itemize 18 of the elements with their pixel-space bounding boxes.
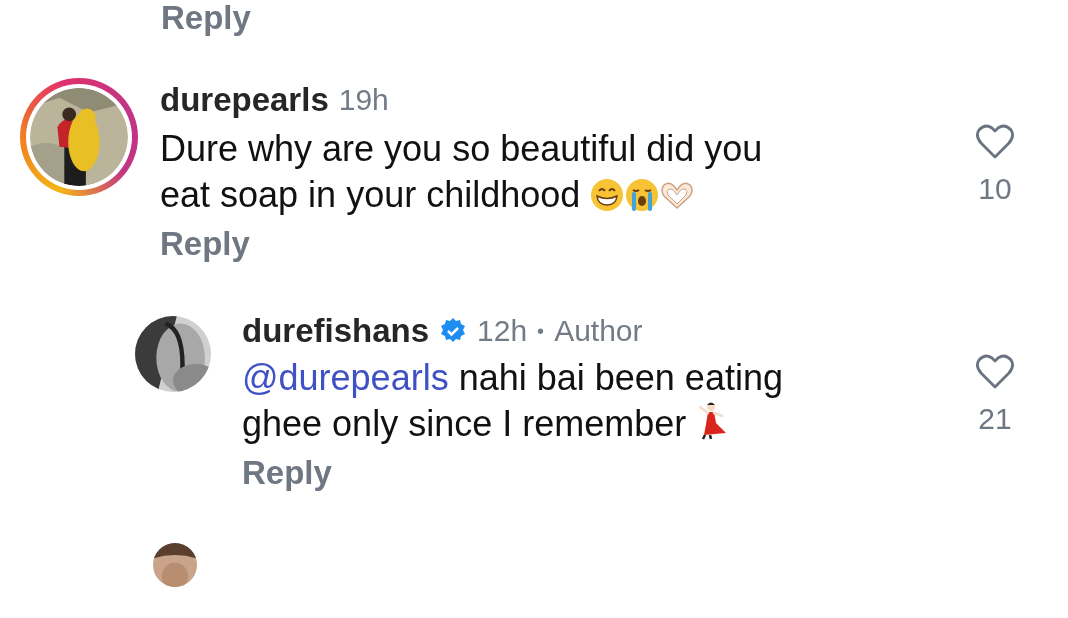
like-count: 21 xyxy=(978,402,1012,436)
timestamp: 12h xyxy=(477,314,528,348)
author-label: Author xyxy=(554,314,643,348)
separator-dot: • xyxy=(537,319,545,343)
reply-button[interactable]: Reply xyxy=(242,455,332,491)
reply-button[interactable]: Reply xyxy=(160,226,250,262)
heart-icon xyxy=(975,122,1015,160)
comment-text: @durepearls nahi bai been eating ghee only since I remember xyxy=(242,356,784,446)
like-button[interactable] xyxy=(975,352,1015,390)
comment-text: Dure why are you so beautiful did you eat soap in your childhood xyxy=(160,127,764,217)
username[interactable]: durefishans xyxy=(242,312,430,350)
username[interactable]: durepearls xyxy=(160,81,329,119)
like-count: 10 xyxy=(978,172,1012,206)
reply-button[interactable]: Reply xyxy=(161,0,251,36)
like-button[interactable] xyxy=(975,122,1015,160)
mention-link[interactable]: @durepearls xyxy=(242,357,449,398)
timestamp: 19h xyxy=(338,83,389,117)
heart-icon xyxy=(975,352,1015,390)
